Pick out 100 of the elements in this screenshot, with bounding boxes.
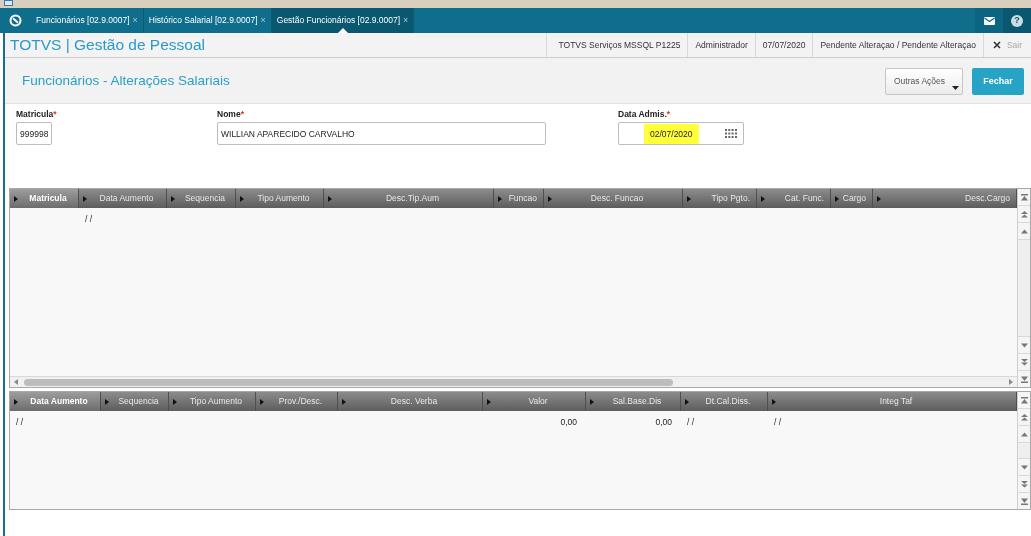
down-arrow-icon <box>1020 463 1028 471</box>
right-arrow-icon[interactable] <box>1009 379 1013 385</box>
triangle-icon <box>14 195 18 202</box>
column-header[interactable]: Matricula <box>10 189 79 208</box>
app-title: TOTVS | Gestão de Pessoal <box>10 36 205 54</box>
triangle-icon <box>105 398 109 405</box>
header-info: 07/07/2020 <box>754 33 813 57</box>
logo-icon[interactable] <box>9 14 22 27</box>
triangle-icon <box>14 398 18 405</box>
field-label: Data Admis.* <box>618 109 671 120</box>
date-field[interactable]: 02/07/2020 <box>618 122 744 145</box>
triangle-icon <box>687 195 691 202</box>
triangle-icon <box>328 195 332 202</box>
page-up-button[interactable] <box>1018 206 1030 223</box>
down-arrow-icon <box>1020 341 1028 349</box>
tab-close-button[interactable]: × <box>260 16 266 25</box>
page-down-button[interactable] <box>1018 353 1030 370</box>
app-icon <box>4 0 13 6</box>
tab-close-button[interactable]: × <box>403 16 409 25</box>
table-cell-text: / / <box>686 415 696 429</box>
top-arrow-icon <box>1020 193 1028 201</box>
triangle-icon <box>260 398 264 405</box>
column-header[interactable]: Desc.Tip.Aum <box>324 189 494 208</box>
column-header[interactable]: Data Aumento <box>10 392 101 411</box>
scroll-top-button[interactable] <box>1018 189 1030 206</box>
triangle-icon <box>487 398 491 405</box>
scroll-top-button[interactable] <box>1018 392 1030 409</box>
scroll-down-button[interactable] <box>1018 458 1030 475</box>
triangle-icon <box>173 398 177 405</box>
text-field[interactable]: WILLIAN APARECIDO CARVALHO <box>217 122 546 145</box>
triangle-icon <box>761 195 765 202</box>
close-icon <box>992 41 1001 49</box>
column-header[interactable]: Prov./Desc. <box>256 392 338 411</box>
table-cell-text: 0,00 <box>559 415 578 429</box>
column-header[interactable]: Cargo <box>831 189 873 208</box>
tab-label[interactable]: Histórico Salarial [02.9.0007] <box>148 14 258 27</box>
column-header[interactable]: Funcao <box>494 189 544 208</box>
table-cell-text: 0,00 <box>654 415 673 429</box>
scroll-bottom-button[interactable] <box>1018 370 1030 387</box>
page-down-button[interactable] <box>1018 475 1030 492</box>
triangle-icon <box>240 195 244 202</box>
tab-label[interactable]: Gestão Funcionários [02.9.0007] <box>276 14 401 27</box>
triangle-icon <box>171 195 175 202</box>
mail-button[interactable] <box>975 8 1003 33</box>
more-actions-button[interactable]: Outras Ações <box>885 68 963 95</box>
column-header[interactable]: Tipo Pgto. <box>683 189 757 208</box>
column-header[interactable]: Desc. Verba <box>338 392 483 411</box>
scrollbar-thumb[interactable] <box>24 378 673 386</box>
horizontal-scrollbar[interactable] <box>10 376 1017 387</box>
table-cell-text: / / <box>773 415 783 429</box>
field-label: Matricula* <box>16 109 57 120</box>
left-arrow-icon[interactable] <box>14 379 18 385</box>
envelope-icon <box>983 16 995 25</box>
tab[interactable]: Gestão Funcionários [02.9.0007] × <box>271 8 415 33</box>
calendar-icon[interactable] <box>725 129 737 138</box>
column-header[interactable]: Sequencia <box>101 392 169 411</box>
page-up-button[interactable] <box>1018 409 1030 426</box>
triangle-icon <box>548 195 552 202</box>
header-info: TOTVS Serviços MSSQL P1225 <box>545 33 688 57</box>
column-header[interactable]: Sal.Base.Dis <box>586 392 681 411</box>
double-down-arrow-icon <box>1020 358 1028 366</box>
scroll-down-button[interactable] <box>1018 336 1030 353</box>
tab-close-button[interactable]: × <box>132 16 138 25</box>
bottom-arrow-icon <box>1020 375 1028 383</box>
column-header[interactable]: Data Aumento <box>79 189 167 208</box>
page-title: Funcionários - Alterações Salariais <box>22 72 230 89</box>
column-header[interactable]: Valor <box>483 392 586 411</box>
scroll-up-button[interactable] <box>1018 426 1030 443</box>
column-header[interactable]: Desc. Funcao <box>544 189 683 208</box>
triangle-icon <box>342 398 346 405</box>
table-cell-text: / / <box>15 415 25 429</box>
header-info: Administrador <box>687 33 755 57</box>
text-field[interactable]: 999998 <box>16 122 52 145</box>
vertical-scrollbar[interactable] <box>1017 189 1030 387</box>
help-button[interactable]: ? <box>1003 8 1031 33</box>
column-header[interactable]: Cat. Func. <box>757 189 831 208</box>
close-button[interactable]: Fechar <box>972 68 1024 95</box>
column-header[interactable]: Sequencia <box>167 189 236 208</box>
double-up-arrow-icon <box>1020 210 1028 218</box>
triangle-icon <box>83 195 87 202</box>
scroll-bottom-button[interactable] <box>1018 492 1030 509</box>
top-arrow-icon <box>1020 396 1028 404</box>
caret-down-icon <box>952 86 959 90</box>
double-up-arrow-icon <box>1020 413 1028 421</box>
tab-label[interactable]: Funcionários [02.9.0007] <box>36 14 130 27</box>
triangle-icon <box>685 398 689 405</box>
triangle-icon <box>498 195 502 202</box>
triangle-icon <box>772 398 776 405</box>
column-header[interactable]: Tipo Aumento <box>236 189 324 208</box>
column-header[interactable]: Dt.Cal.Diss. <box>681 392 768 411</box>
up-arrow-icon <box>1020 227 1028 235</box>
bottom-arrow-icon <box>1020 497 1028 505</box>
triangle-icon <box>835 195 839 202</box>
column-header[interactable]: Tipo Aumento <box>169 392 256 411</box>
scroll-up-button[interactable] <box>1018 223 1030 240</box>
table-cell-text: / / <box>84 212 94 226</box>
double-down-arrow-icon <box>1020 480 1028 488</box>
triangle-icon <box>877 195 881 202</box>
vertical-scrollbar[interactable] <box>1017 392 1030 509</box>
up-arrow-icon <box>1020 430 1028 438</box>
